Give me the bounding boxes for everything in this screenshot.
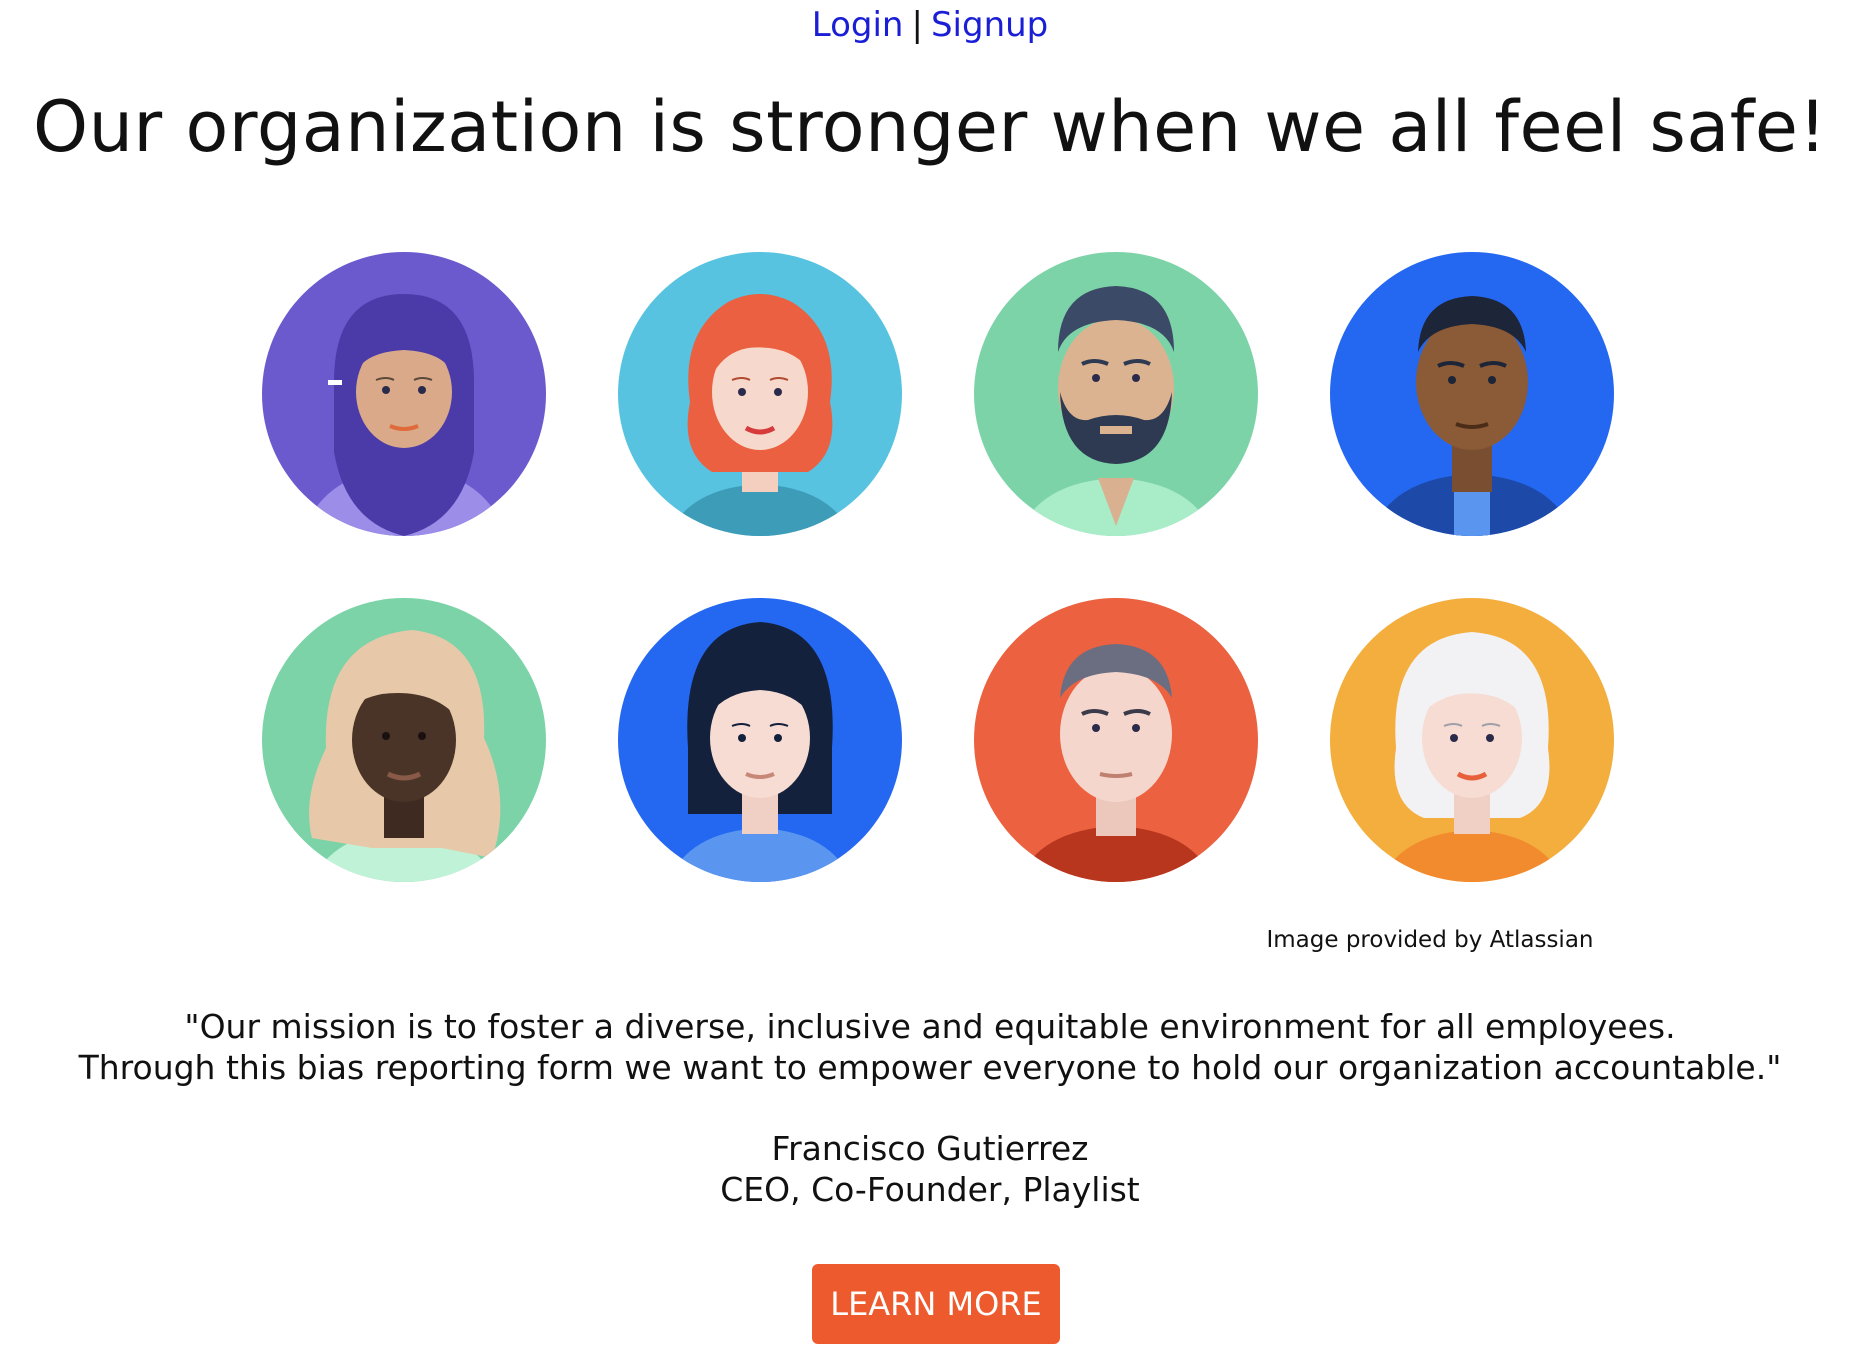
login-link[interactable]: Login bbox=[812, 5, 904, 45]
signup-link[interactable]: Signup bbox=[931, 5, 1048, 45]
man-short-hair-avatar-icon bbox=[974, 598, 1258, 882]
auth-nav: Login | Signup bbox=[0, 2, 1860, 48]
image-credit: Image provided by Atlassian bbox=[1266, 927, 1594, 953]
quote-author: Francisco Gutierrez CEO, Co-Founder, Pla… bbox=[0, 1128, 1860, 1210]
quote-line-1: "Our mission is to foster a diverse, inc… bbox=[184, 1007, 1676, 1046]
woman-white-hair-avatar-icon bbox=[1330, 598, 1614, 882]
quote-line-2: Through this bias reporting form we want… bbox=[78, 1048, 1782, 1087]
page-title: Our organization is stronger when we all… bbox=[32, 86, 1828, 168]
mission-quote: "Our mission is to foster a diverse, inc… bbox=[0, 1006, 1860, 1088]
woman-black-hair-avatar-icon bbox=[618, 598, 902, 882]
man-beard-avatar-icon bbox=[974, 252, 1258, 536]
learn-more-button[interactable]: LEARN MORE bbox=[812, 1264, 1060, 1344]
woman-blonde-avatar-icon bbox=[262, 598, 546, 882]
author-name: Francisco Gutierrez bbox=[771, 1129, 1089, 1168]
author-role: CEO, Co-Founder, Playlist bbox=[720, 1170, 1140, 1209]
woman-hijab-avatar-icon bbox=[262, 252, 546, 536]
man-dark-skin-avatar-icon bbox=[1330, 252, 1614, 536]
woman-red-hair-avatar-icon bbox=[618, 252, 902, 536]
nav-separator: | bbox=[911, 5, 923, 45]
